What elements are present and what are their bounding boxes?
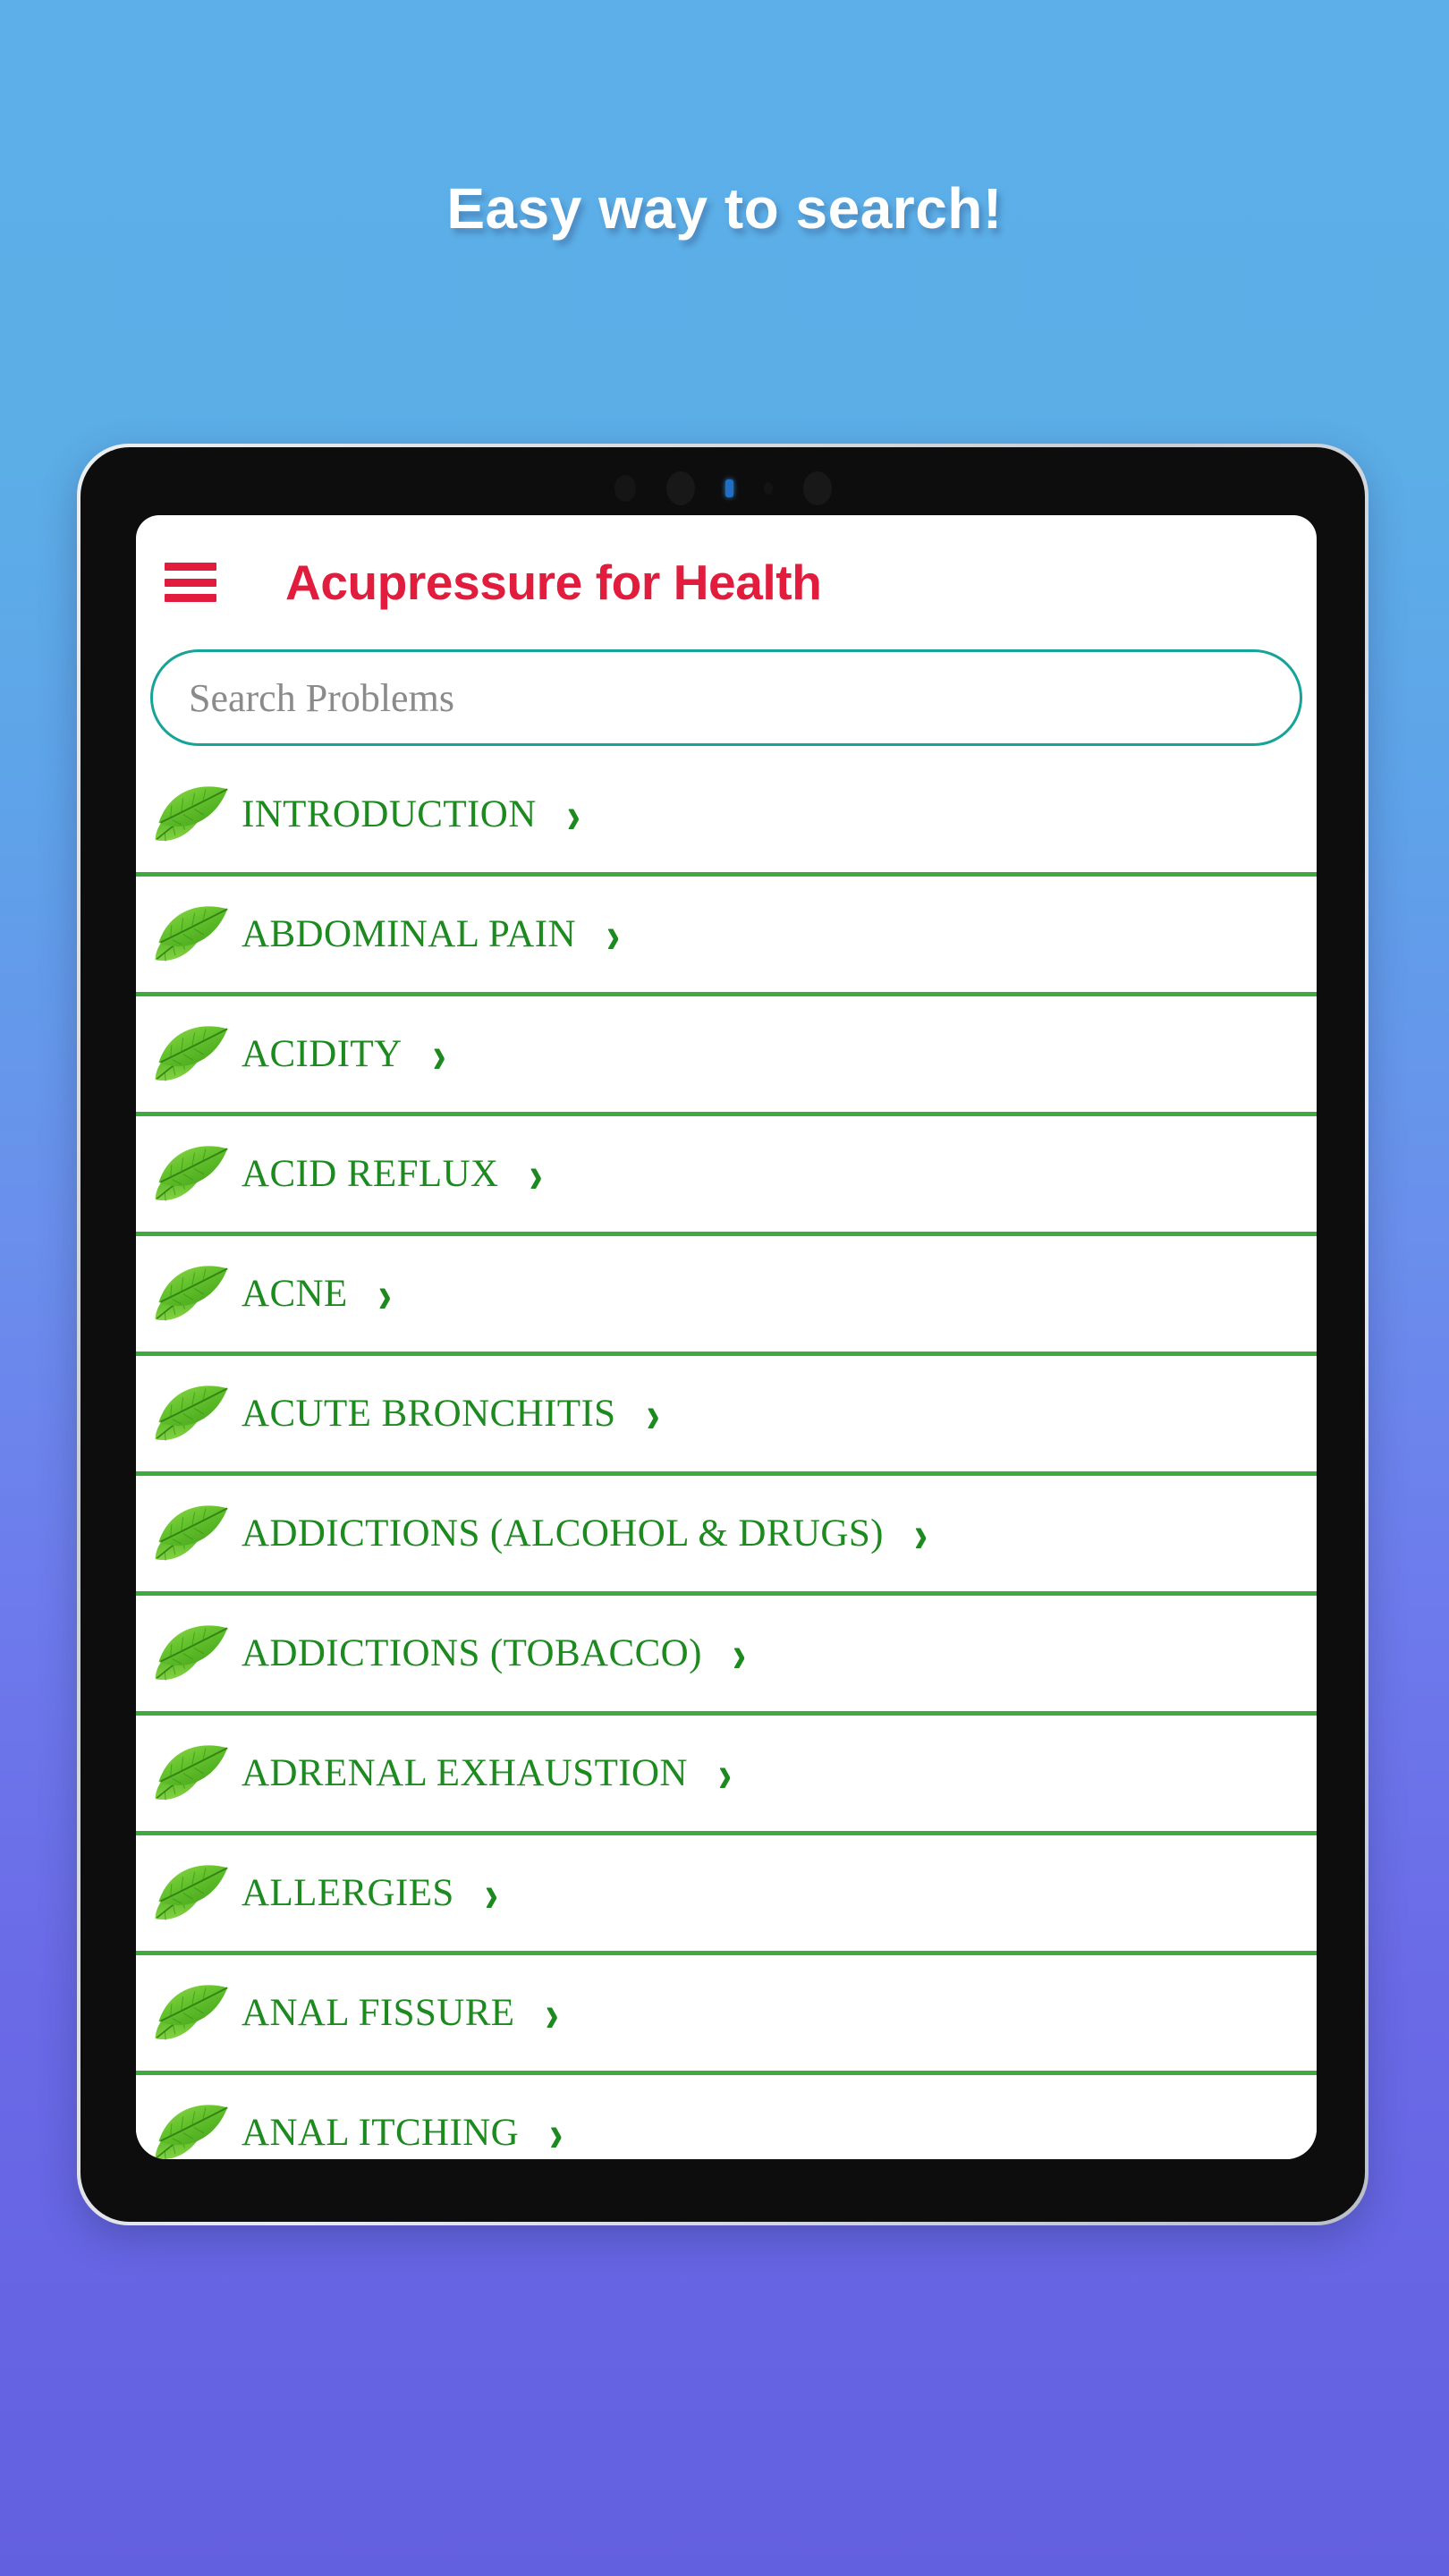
leaf-icon <box>155 1864 228 1920</box>
front-camera-sensor-cluster <box>80 467 1365 510</box>
search-bar-container <box>136 649 1317 746</box>
status-led-icon <box>724 479 733 497</box>
chevron-right-icon: › <box>377 1265 392 1323</box>
list-item[interactable]: ADRENAL EXHAUSTION › <box>136 1716 1317 1835</box>
list-item[interactable]: ANAL ITCHING › <box>136 2075 1317 2159</box>
list-item[interactable]: ANAL FISSURE › <box>136 1955 1317 2075</box>
list-item-label: ANAL FISSURE <box>242 1992 515 2034</box>
list-item-label: ADDICTIONS (TOBACCO) <box>242 1632 702 1674</box>
search-input[interactable] <box>189 674 1264 721</box>
light-sensor-icon <box>763 482 773 495</box>
search-box[interactable] <box>150 649 1302 746</box>
list-item[interactable]: ACUTE BRONCHITIS › <box>136 1356 1317 1476</box>
chevron-right-icon: › <box>732 1624 747 1682</box>
list-item[interactable]: ADDICTIONS (TOBACCO) › <box>136 1596 1317 1716</box>
list-item-label: ABDOMINAL PAIN <box>242 913 576 955</box>
leaf-icon <box>155 785 228 842</box>
proximity-sensor-icon <box>614 475 636 502</box>
list-item-label: ACNE <box>242 1273 348 1315</box>
front-camera-icon <box>665 471 695 505</box>
leaf-icon <box>155 1984 228 2040</box>
list-item[interactable]: ALLERGIES › <box>136 1835 1317 1955</box>
app-screen: Acupressure for Health Search Problems I… <box>136 515 1317 2159</box>
hamburger-menu-icon[interactable] <box>165 563 216 602</box>
list-item-label: ALLERGIES <box>242 1872 454 1914</box>
tablet-bezel: Acupressure for Health Search Problems I… <box>80 447 1365 2222</box>
chevron-right-icon: › <box>913 1504 928 1563</box>
chevron-right-icon: › <box>566 785 580 843</box>
chevron-right-icon: › <box>606 905 621 963</box>
leaf-icon <box>155 2104 228 2159</box>
promo-headline: Easy way to search! <box>446 176 1003 241</box>
list-item-label: ACUTE BRONCHITIS <box>242 1393 616 1435</box>
leaf-icon <box>155 905 228 962</box>
list-item[interactable]: ABDOMINAL PAIN › <box>136 877 1317 996</box>
page-title: Acupressure for Health <box>285 555 822 610</box>
list-item-label: ADRENAL EXHAUSTION <box>242 1752 688 1794</box>
secondary-camera-icon <box>802 471 832 505</box>
list-item[interactable]: ACID REFLUX › <box>136 1116 1317 1236</box>
leaf-icon <box>155 1265 228 1321</box>
leaf-icon <box>155 1744 228 1801</box>
list-item[interactable]: ACIDITY › <box>136 996 1317 1116</box>
leaf-icon <box>155 1624 228 1681</box>
chevron-right-icon: › <box>484 1864 499 1922</box>
tablet-device-frame: Acupressure for Health Search Problems I… <box>77 444 1368 2225</box>
list-item[interactable]: ADDICTIONS (ALCOHOL & DRUGS) › <box>136 1476 1317 1596</box>
app-bar: Acupressure for Health <box>136 515 1317 649</box>
chevron-right-icon: › <box>545 1984 559 2042</box>
leaf-icon <box>155 1385 228 1441</box>
leaf-icon <box>155 1145 228 1201</box>
chevron-right-icon: › <box>529 1145 543 1203</box>
chevron-right-icon: › <box>549 2104 564 2159</box>
leaf-icon <box>155 1504 228 1561</box>
list-item-label: INTRODUCTION <box>242 793 537 835</box>
list-item[interactable]: INTRODUCTION › <box>136 757 1317 877</box>
list-item-label: ADDICTIONS (ALCOHOL & DRUGS) <box>242 1513 884 1555</box>
problem-list: INTRODUCTION › ABDOMINAL PAIN › ACIDITY … <box>136 757 1317 2159</box>
chevron-right-icon: › <box>717 1744 733 1802</box>
list-item-label: ACIDITY <box>242 1033 402 1075</box>
list-item-label: ACID REFLUX <box>242 1153 499 1195</box>
chevron-right-icon: › <box>646 1385 660 1443</box>
leaf-icon <box>155 1025 228 1081</box>
list-item[interactable]: ACNE › <box>136 1236 1317 1356</box>
chevron-right-icon: › <box>432 1025 446 1083</box>
list-item-label: ANAL ITCHING <box>242 2112 520 2154</box>
